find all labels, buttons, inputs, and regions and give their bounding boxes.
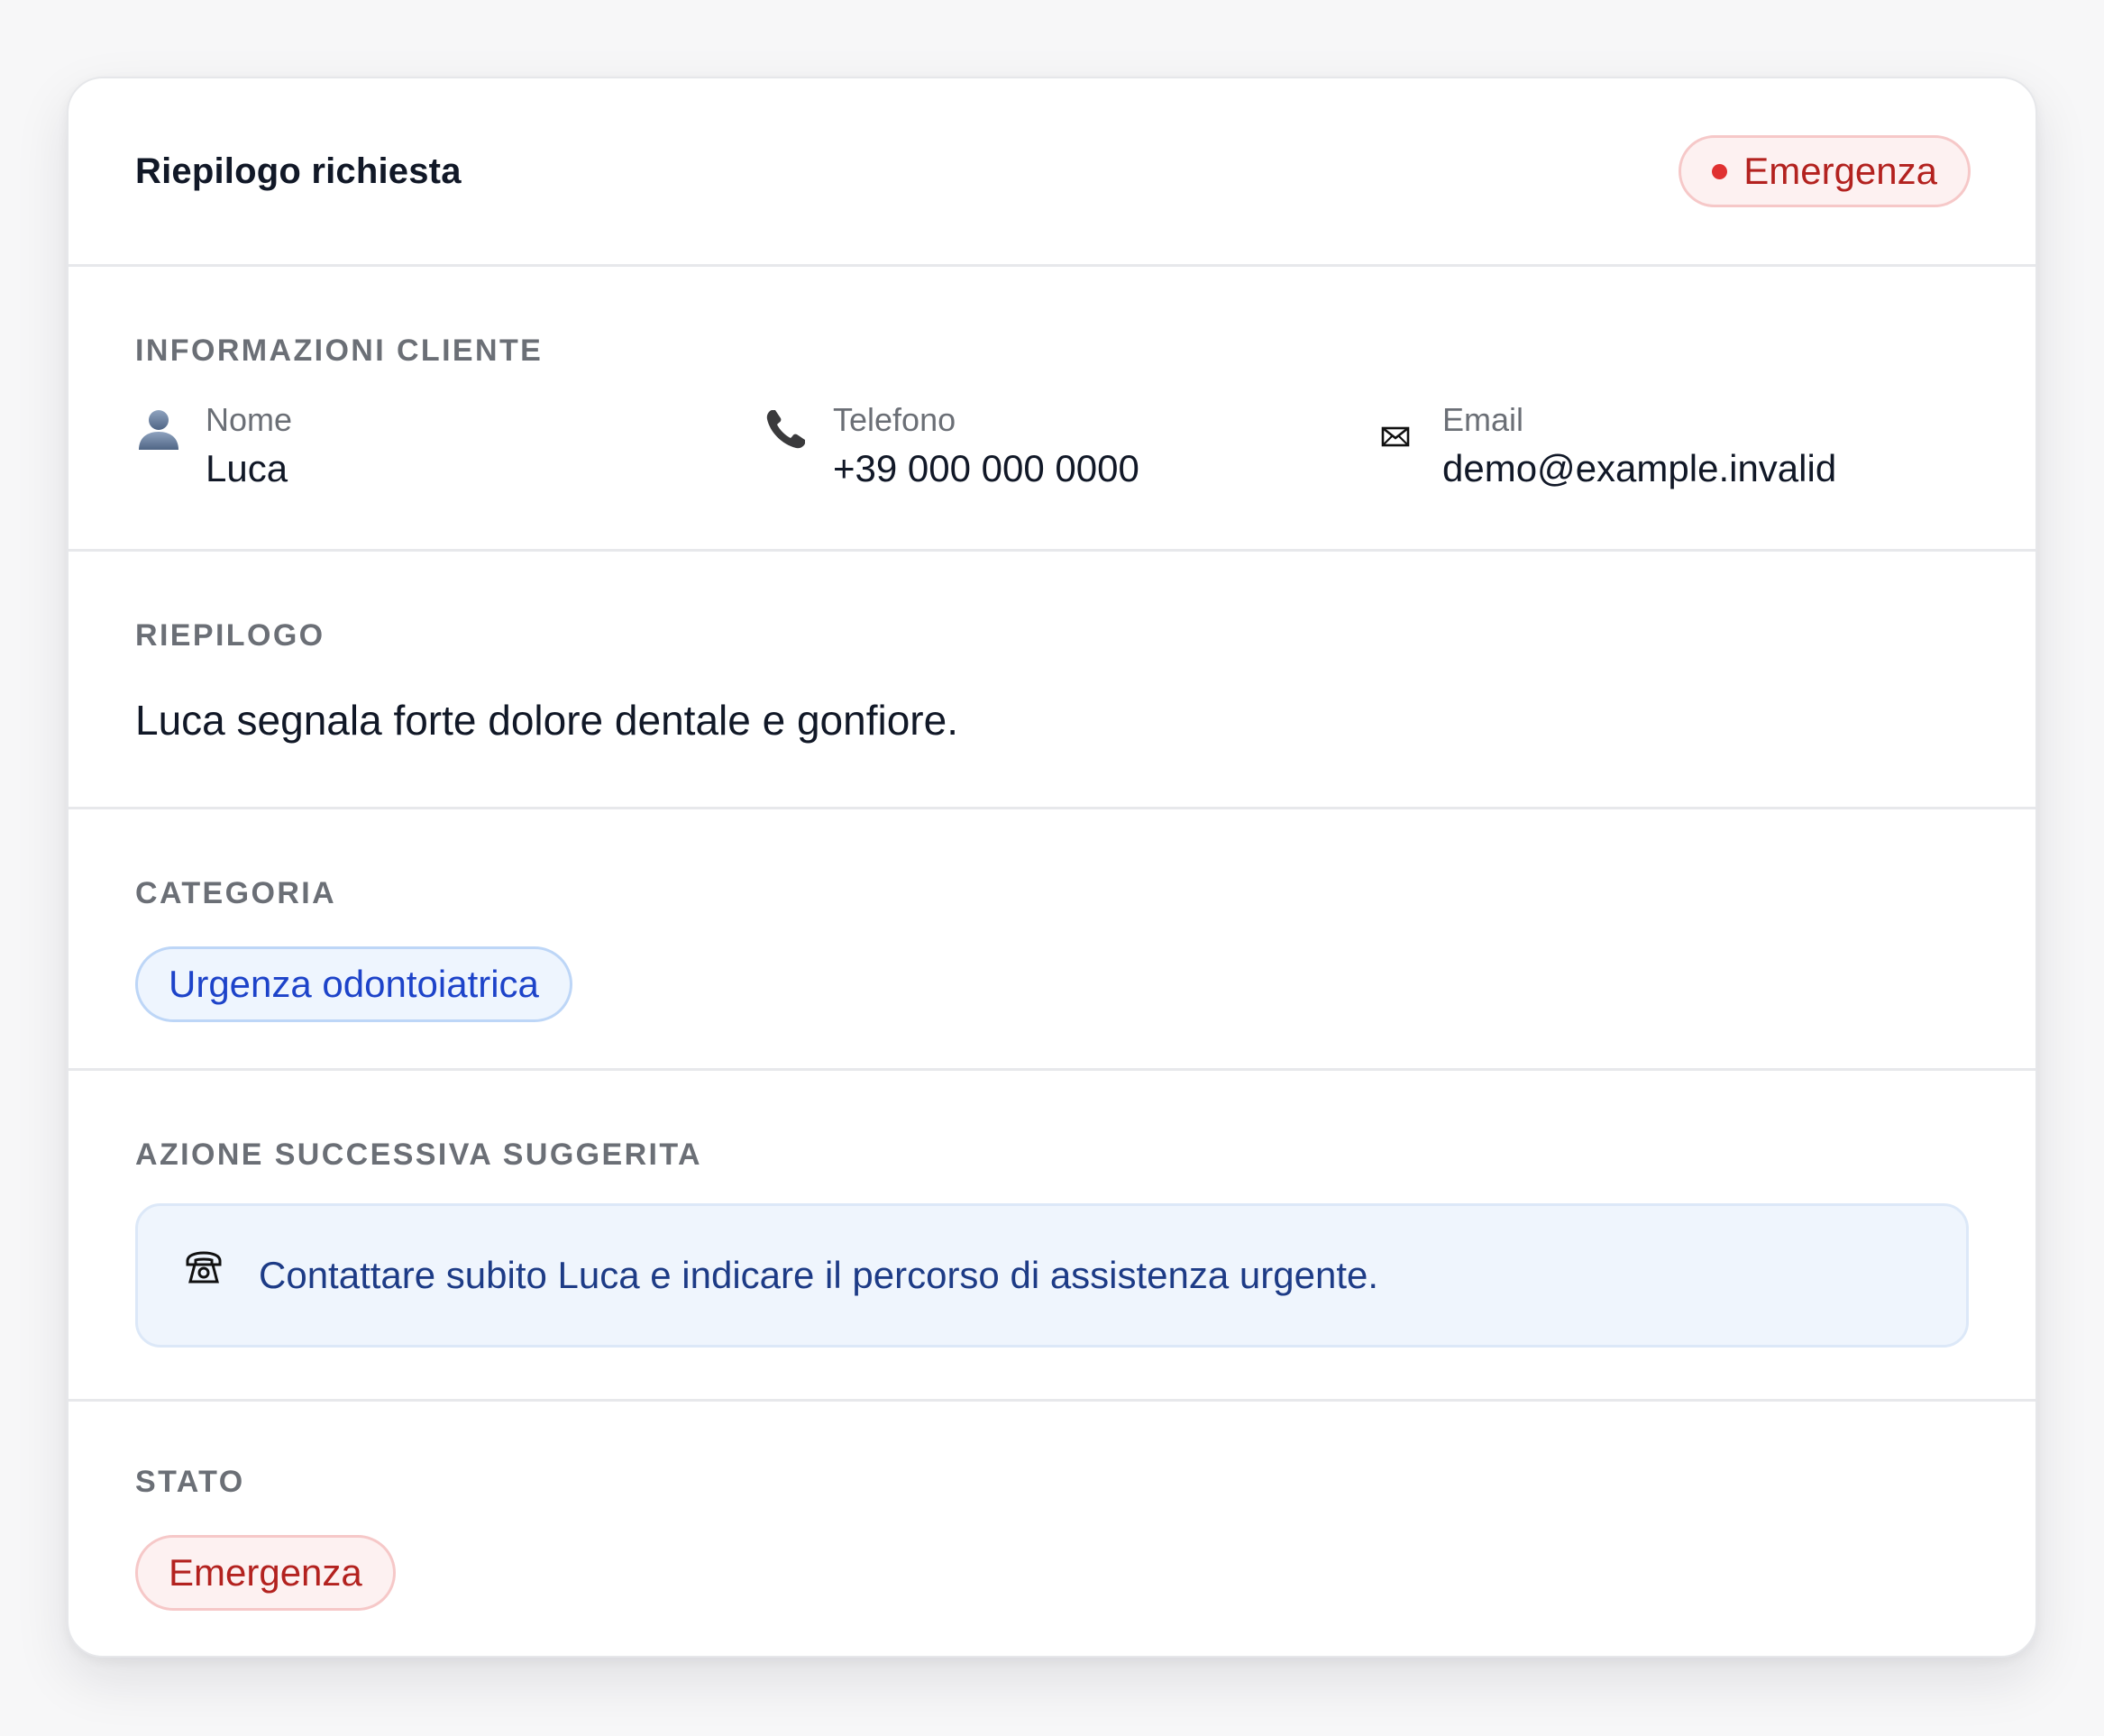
suggested-action-text: Contattare subito Luca e indicare il per…	[259, 1254, 1379, 1296]
client-info-heading: Informazioni cliente	[135, 333, 544, 368]
category-pill: Urgenza odontoiatrica	[135, 946, 572, 1022]
card-header: Riepilogo richiesta Emergenza	[69, 78, 2035, 267]
suggested-action-box: Contattare subito Luca e indicare il per…	[135, 1203, 1969, 1348]
category-heading: Categoria	[135, 876, 337, 910]
status-section: Stato Emergenza	[69, 1402, 2035, 1656]
suggested-action-heading: Azione successiva suggerita	[135, 1138, 703, 1172]
client-email-field: Email demo@example.invalid	[1372, 400, 1836, 492]
user-icon	[135, 406, 182, 452]
card-title: Riepilogo richiesta	[135, 151, 462, 191]
emergency-badge: Emergenza	[1679, 135, 1971, 207]
suggested-action-section: Azione successiva suggerita Contattare s…	[69, 1071, 2035, 1402]
summary-text: Luca segnala forte dolore dentale e gonf…	[135, 697, 958, 744]
client-phone-field: Telefono +39 000 000 0000	[763, 400, 1139, 492]
client-info-section: Informazioni cliente Nome Luca	[69, 267, 2035, 552]
client-name-label: Nome	[206, 401, 293, 438]
client-name-field: Nome Luca	[135, 400, 292, 492]
client-email-label: Email	[1442, 401, 1524, 438]
phone-icon	[763, 406, 810, 452]
status-pill: Emergenza	[135, 1535, 396, 1611]
client-email-value: demo@example.invalid	[1442, 447, 1837, 489]
emergency-badge-label: Emergenza	[1743, 150, 1937, 192]
status-heading: Stato	[135, 1465, 245, 1499]
telephone-icon	[181, 1247, 226, 1292]
summary-heading: Riepilogo	[135, 618, 325, 653]
request-summary-card: Riepilogo richiesta Emergenza Informazio…	[67, 77, 2037, 1658]
client-phone-value: +39 000 000 0000	[833, 447, 1139, 489]
status-dot-icon	[1712, 163, 1728, 179]
summary-section: Riepilogo Luca segnala forte dolore dent…	[69, 552, 2035, 809]
category-section: Categoria Urgenza odontoiatrica	[69, 809, 2035, 1071]
client-phone-label: Telefono	[833, 401, 956, 438]
client-name-value: Luca	[206, 447, 288, 489]
envelope-icon	[1372, 406, 1419, 452]
